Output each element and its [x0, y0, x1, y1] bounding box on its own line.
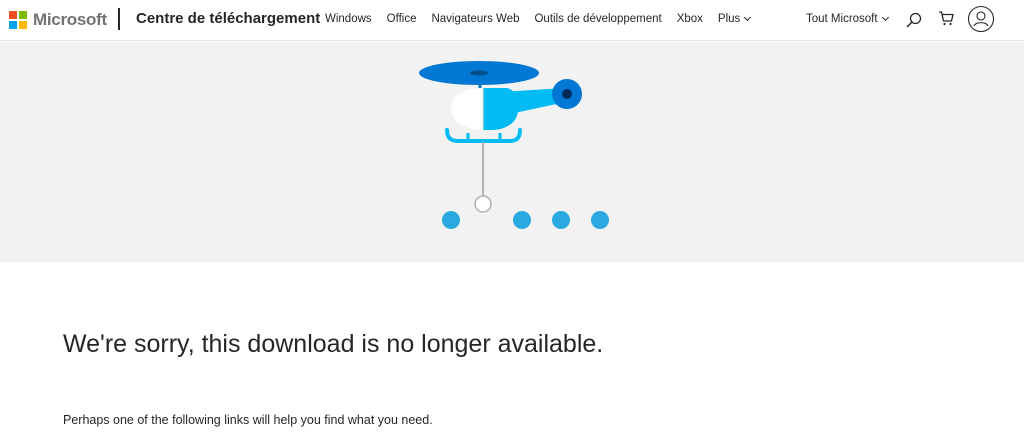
all-microsoft-label: Tout Microsoft: [806, 13, 878, 25]
nav-item-more[interactable]: Plus: [717, 13, 752, 25]
progress-dot: [513, 211, 531, 229]
chevron-down-icon: [881, 13, 889, 22]
search-icon: [906, 12, 922, 28]
progress-dot: [591, 211, 609, 229]
account-button[interactable]: [967, 5, 995, 33]
header-divider: [118, 8, 120, 30]
helicopter-icon: [419, 61, 609, 229]
all-microsoft-menu[interactable]: Tout Microsoft: [806, 13, 889, 25]
nav-item-windows[interactable]: Windows: [325, 13, 372, 25]
site-title-link[interactable]: Centre de téléchargement: [136, 10, 320, 27]
page-heading: We're sorry, this download is no longer …: [63, 330, 604, 358]
account-icon: [967, 5, 995, 33]
progress-dot: [552, 211, 570, 229]
progress-dot: [442, 211, 460, 229]
brand-name: Microsoft: [33, 10, 107, 29]
microsoft-logo-icon: [9, 11, 27, 29]
microsoft-logo-link[interactable]: Microsoft: [9, 10, 107, 30]
search-button[interactable]: [905, 11, 923, 29]
nav-item-xbox[interactable]: Xbox: [677, 13, 703, 25]
nav-item-web-browsers[interactable]: Navigateurs Web: [431, 13, 519, 25]
cart-icon: [939, 11, 954, 26]
hero-banner: [0, 42, 1024, 262]
nav-item-more-label: Plus: [717, 13, 741, 25]
cart-button[interactable]: [937, 9, 955, 27]
site-header: Microsoft Centre de téléchargement Windo…: [0, 0, 1024, 41]
chevron-down-icon: [744, 13, 752, 22]
help-text: Perhaps one of the following links will …: [63, 413, 433, 427]
nav-item-office[interactable]: Office: [387, 13, 417, 25]
main-nav: Windows Office Navigateurs Web Outils de…: [325, 13, 765, 25]
nav-item-developer-tools[interactable]: Outils de développement: [534, 13, 661, 25]
